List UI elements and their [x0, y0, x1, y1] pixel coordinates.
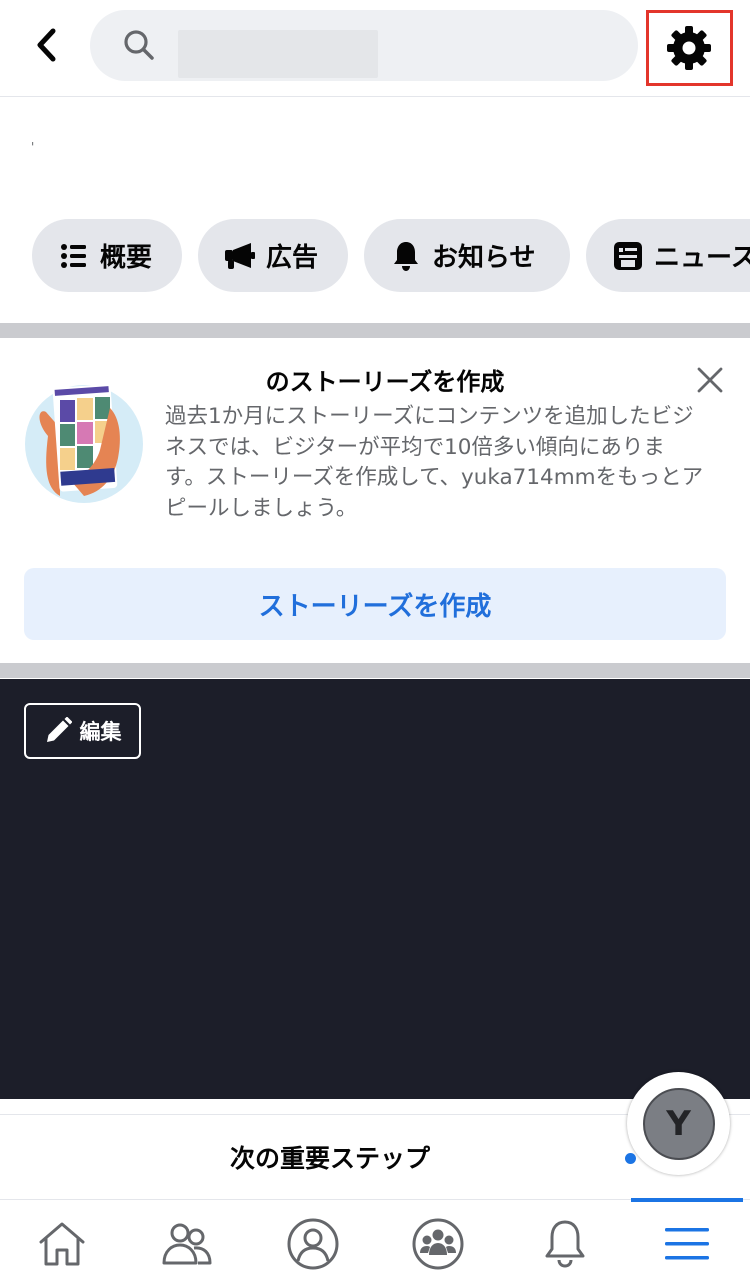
section-divider [0, 663, 750, 678]
megaphone-icon [224, 240, 256, 272]
profile-icon [287, 1218, 339, 1270]
story-card-description: 過去1か月にストーリーズにコンテンツを追加したビジネスでは、ビジターが平均で10… [165, 404, 704, 521]
edit-label: 編集 [79, 720, 122, 744]
back-button[interactable] [24, 22, 70, 68]
page-name-mark: ' [31, 140, 35, 154]
profile-bubble[interactable]: Y [627, 1072, 730, 1175]
notifications-bell-icon [545, 1220, 585, 1268]
gear-icon [667, 26, 711, 70]
close-icon [697, 367, 723, 393]
search-input[interactable] [178, 30, 378, 78]
groups-icon [412, 1218, 464, 1270]
search-bar[interactable] [90, 10, 638, 81]
chevron-left-icon [37, 28, 56, 62]
nav-home[interactable] [32, 1216, 92, 1272]
home-icon [39, 1222, 85, 1266]
nav-menu[interactable] [657, 1216, 717, 1272]
story-phone-illustration [25, 384, 143, 503]
nav-groups[interactable] [408, 1216, 468, 1272]
section-divider [0, 323, 750, 338]
news-feed-icon [612, 240, 644, 272]
chip-label: 概要 [100, 243, 153, 273]
settings-highlight [646, 10, 733, 86]
story-card-title: のストーリーズを作成 [265, 368, 505, 396]
edit-cover-button[interactable]: 編集 [24, 703, 141, 759]
create-story-button[interactable]: ストーリーズを作成 [24, 568, 726, 640]
create-story-card: のストーリーズを作成 過去1か月にストーリーズにコンテンツを追加したビジネスでは… [0, 338, 750, 663]
next-steps-label: 次の重要ステップ [229, 1144, 430, 1173]
search-icon [124, 30, 154, 60]
avatar: Y [642, 1087, 715, 1160]
chip-overview[interactable]: 概要 [32, 219, 182, 292]
friends-icon [162, 1223, 212, 1265]
menu-icon [665, 1228, 709, 1260]
nav-friends[interactable] [157, 1216, 217, 1272]
chip-label: 広告 [266, 243, 319, 273]
bottom-navigation [0, 1198, 750, 1287]
bell-icon [390, 240, 422, 272]
chip-ads[interactable]: 広告 [198, 219, 348, 292]
chip-notifications[interactable]: お知らせ [364, 219, 570, 292]
nav-profile[interactable] [283, 1216, 343, 1272]
settings-button[interactable] [661, 22, 717, 74]
pencil-icon [46, 717, 72, 742]
page-tab-chips: 概要 広告 お知らせ ニュース [0, 219, 750, 293]
chip-label: お知らせ [432, 243, 536, 273]
cover-photo-area: 編集 [0, 679, 750, 1099]
list-icon [58, 240, 90, 272]
active-tab-indicator [631, 1198, 743, 1202]
chip-news[interactable]: ニュース [586, 219, 750, 292]
dismiss-button[interactable] [690, 360, 730, 400]
nav-notifications[interactable] [535, 1216, 595, 1272]
unread-dot [625, 1153, 636, 1164]
top-bar [0, 0, 750, 97]
chip-label: ニュース [654, 243, 750, 273]
